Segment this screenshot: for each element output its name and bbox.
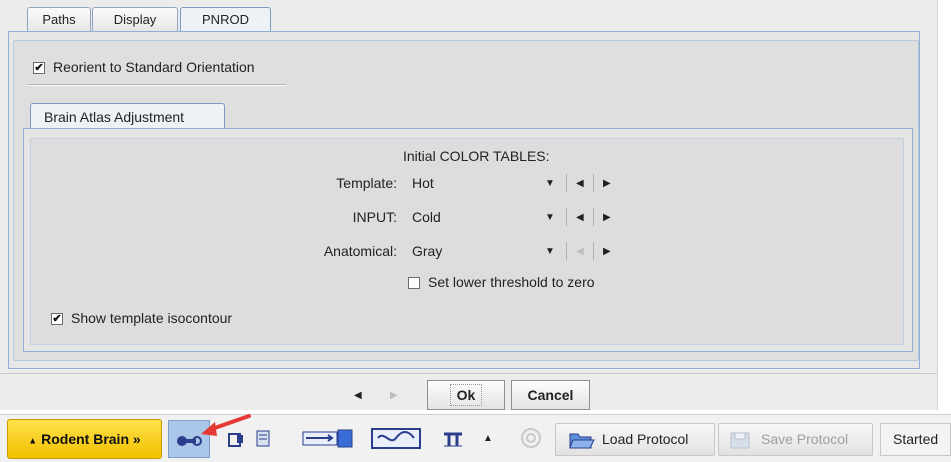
save-protocol-button[interactable]: Save Protocol bbox=[718, 423, 873, 456]
footer-prev-icon[interactable]: ◀ bbox=[354, 390, 362, 401]
tool-export-button[interactable] bbox=[300, 425, 356, 453]
brain-schema-icon bbox=[371, 428, 421, 449]
anatomical-dropdown-icon[interactable]: ▼ bbox=[545, 246, 555, 257]
cancel-button[interactable]: Cancel bbox=[511, 380, 590, 410]
tool-brain-button[interactable] bbox=[370, 425, 422, 453]
up-arrow-icon: ▲ bbox=[28, 435, 38, 446]
load-protocol-button[interactable]: Load Protocol bbox=[555, 423, 715, 456]
divider bbox=[593, 242, 594, 260]
isocontour-checkbox[interactable]: ✔ bbox=[51, 313, 63, 325]
template-next-icon[interactable]: ▶ bbox=[603, 178, 611, 189]
footer-separator bbox=[0, 373, 937, 374]
ok-button[interactable]: Ok bbox=[427, 380, 505, 410]
tool-up-arrow-icon[interactable]: ▲ bbox=[480, 425, 496, 453]
template-prev-icon[interactable]: ◀ bbox=[576, 178, 584, 189]
save-protocol-label: Save Protocol bbox=[761, 431, 849, 447]
document-icon bbox=[256, 430, 270, 447]
separator bbox=[28, 84, 286, 86]
ok-button-label: Ok bbox=[449, 384, 483, 406]
tool-cup-button[interactable] bbox=[225, 425, 247, 453]
folder-open-icon bbox=[569, 433, 595, 449]
status-text: Started bbox=[880, 423, 951, 456]
anatomical-next-icon[interactable]: ▶ bbox=[603, 246, 611, 257]
tab-paths[interactable]: Paths bbox=[27, 7, 91, 31]
divider bbox=[593, 208, 594, 226]
tool-pi-button[interactable] bbox=[440, 425, 466, 453]
lower-threshold-label: Set lower threshold to zero bbox=[428, 274, 595, 290]
input-dropdown-icon[interactable]: ▼ bbox=[545, 212, 555, 223]
input-next-icon[interactable]: ▶ bbox=[603, 212, 611, 223]
cup-icon bbox=[228, 433, 243, 447]
isocontour-label: Show template isocontour bbox=[71, 310, 233, 326]
divider bbox=[566, 174, 567, 192]
template-combo[interactable]: Hot bbox=[412, 175, 434, 191]
footer-next-icon[interactable]: ▶ bbox=[390, 390, 398, 401]
copyright-icon bbox=[521, 428, 541, 448]
rodent-brain-module-button[interactable]: ▲ Rodent Brain » bbox=[7, 419, 162, 459]
input-label: INPUT: bbox=[352, 209, 397, 225]
save-icon bbox=[730, 432, 750, 449]
input-prev-icon[interactable]: ◀ bbox=[576, 212, 584, 223]
reorient-label: Reorient to Standard Orientation bbox=[53, 59, 255, 75]
export-icon bbox=[302, 429, 353, 448]
tab-pnrod[interactable]: PNROD bbox=[180, 7, 271, 32]
tool-disabled-button[interactable] bbox=[519, 425, 543, 453]
template-label: Template: bbox=[336, 175, 397, 191]
anatomical-combo[interactable]: Gray bbox=[412, 243, 442, 259]
tool-document-button[interactable] bbox=[252, 425, 274, 453]
tab-brain-atlas-adjustment[interactable]: Brain Atlas Adjustment bbox=[30, 103, 225, 129]
pi-icon bbox=[444, 432, 462, 447]
divider bbox=[566, 208, 567, 226]
anatomical-label: Anatomical: bbox=[323, 243, 397, 259]
module-label: Rodent Brain » bbox=[41, 431, 141, 447]
anatomical-prev-icon[interactable]: ◀ bbox=[576, 246, 584, 257]
tab-display[interactable]: Display bbox=[92, 7, 178, 31]
divider bbox=[566, 242, 567, 260]
reorient-checkbox[interactable]: ✔ bbox=[33, 62, 45, 74]
input-combo[interactable]: Cold bbox=[412, 209, 441, 225]
divider bbox=[593, 174, 594, 192]
color-tables-heading: Initial COLOR TABLES: bbox=[403, 148, 550, 164]
load-protocol-label: Load Protocol bbox=[602, 431, 689, 447]
lower-threshold-checkbox[interactable] bbox=[408, 277, 420, 289]
template-dropdown-icon[interactable]: ▼ bbox=[545, 178, 555, 189]
